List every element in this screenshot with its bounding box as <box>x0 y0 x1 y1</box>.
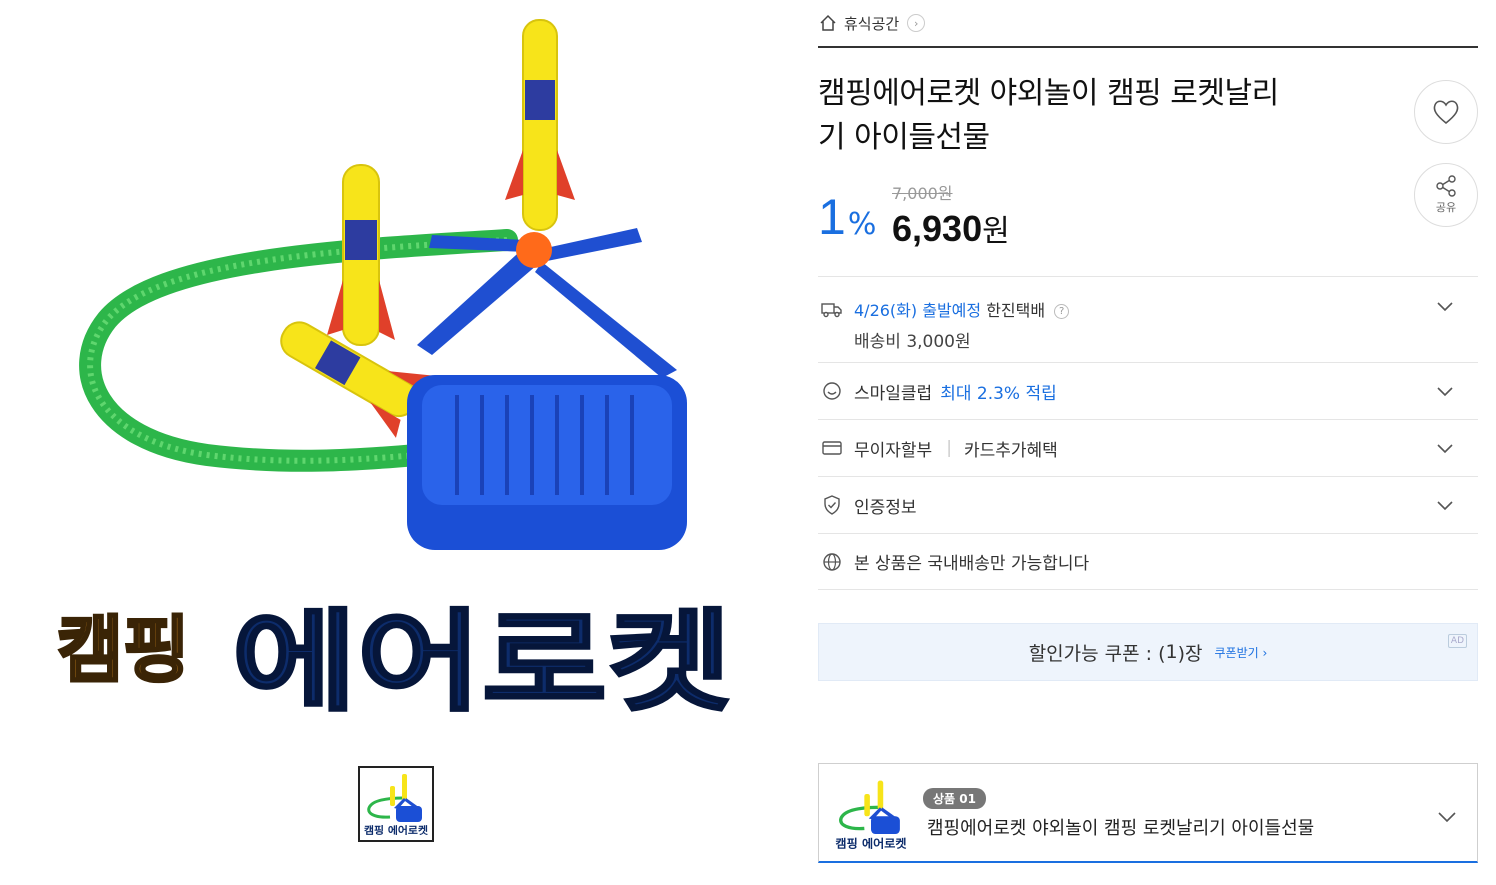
heart-icon <box>1433 100 1459 125</box>
product-title-line1: 캠핑에어로켓 야외놀이 캠핑 로켓날리 <box>818 76 1279 111</box>
ad-badge: AD <box>1447 634 1467 648</box>
smile-club-row[interactable]: 스마일클럽 최대 2.3% 적립 <box>818 362 1478 419</box>
option-thumb-caption: 캠핑 에어로켓 <box>835 836 906 850</box>
thumb-caption: 캠핑 에어로켓 <box>364 824 428 837</box>
domestic-shipping-row: 본 상품은 국내배송만 가능합니다 <box>818 533 1478 590</box>
option-name: 캠핑에어로켓 야외놀이 캠핑 로켓날리기 아이들선물 <box>927 818 1315 839</box>
shipping-row[interactable]: 4/26(화) 출발예정 한진택배 ? 배송비 3,000원 <box>818 276 1478 362</box>
discount-unit: % <box>847 207 877 242</box>
sale-price: 6,930원 <box>892 206 1010 250</box>
sale-amount: 6,930 <box>892 208 983 249</box>
discount-rate: 1% <box>818 190 876 244</box>
coupon-count: 1 <box>1165 641 1178 663</box>
shipping-line: 4/26(화) 출발예정 한진택배 ? <box>854 297 1070 321</box>
option-thumbnail: 캠핑 에어로켓 <box>831 774 911 854</box>
card-icon <box>822 441 842 455</box>
chevron-down-icon[interactable] <box>1436 439 1454 457</box>
chevron-down-icon[interactable] <box>1436 382 1454 400</box>
get-coupon-link[interactable]: 쿠폰받기 › <box>1215 644 1268 661</box>
installment-label: 무이자할부 <box>854 440 933 461</box>
certification-label: 인증정보 <box>854 497 917 518</box>
card-benefit-row[interactable]: 무이자할부 | 카드추가혜택 <box>818 419 1478 476</box>
sale-unit: 원 <box>982 215 1010 248</box>
chevron-down-icon[interactable] <box>1437 806 1457 826</box>
option-select[interactable]: 캠핑 에어로켓 상품 01 캠핑에어로켓 야외놀이 캠핑 로켓날리기 아이들선물 <box>818 763 1478 863</box>
globe-icon <box>823 553 841 571</box>
smile-club-label: 스마일클럽 <box>854 383 933 404</box>
help-icon[interactable]: ? <box>1054 304 1070 319</box>
share-button[interactable]: 공유 <box>1414 163 1478 227</box>
image-caption-left: 캠핑 <box>57 608 189 692</box>
product-main-image[interactable]: 캠핑 에어로켓 <box>37 0 757 730</box>
chevron-right-icon[interactable]: › <box>907 14 926 32</box>
domestic-shipping-label: 본 상품은 국내배송만 가능합니다 <box>854 554 1090 574</box>
discount-number: 1 <box>818 189 846 245</box>
option-badge: 상품 01 <box>923 788 986 809</box>
shipping-carrier: 한진택배 <box>986 301 1046 320</box>
image-caption-right: 에어로켓 <box>232 598 732 726</box>
original-price: 7,000원 <box>892 184 953 203</box>
coupon-banner[interactable]: 할인가능 쿠폰 : (1)장 쿠폰받기 › AD <box>818 623 1478 681</box>
product-title: 캠핑에어로켓 야외놀이 캠핑 로켓날리 기 아이들선물 <box>818 72 1338 160</box>
shipping-fee: 배송비 3,000원 <box>854 332 971 352</box>
product-thumbnail[interactable]: 캠핑 에어로켓 <box>358 766 434 842</box>
price-block: 7,000원 1% 6,930원 <box>818 176 1218 249</box>
coupon-suffix: )장 <box>1177 642 1203 665</box>
share-label: 공유 <box>1435 201 1457 214</box>
smile-icon <box>823 382 841 400</box>
breadcrumb-category[interactable]: 휴식공간 <box>844 13 899 34</box>
share-icon <box>1436 175 1456 197</box>
truck-icon <box>821 303 842 318</box>
breadcrumb: 휴식공간 › <box>818 0 1478 48</box>
divider: | <box>946 438 952 458</box>
info-list: 4/26(화) 출발예정 한진택배 ? 배송비 3,000원 스마일클럽 최대 … <box>818 276 1478 590</box>
product-title-line2: 기 아이들선물 <box>818 120 990 155</box>
smile-club-benefit: 최대 2.3% 적립 <box>940 383 1057 404</box>
shield-check-icon <box>824 495 840 515</box>
wishlist-button[interactable] <box>1414 80 1478 144</box>
home-icon[interactable] <box>818 13 838 33</box>
certification-row[interactable]: 인증정보 <box>818 476 1478 533</box>
coupon-prefix: 할인가능 쿠폰 : ( <box>1028 642 1166 665</box>
card-extra-label: 카드추가혜택 <box>963 440 1058 461</box>
shipping-date: 4/26(화) 출발예정 <box>854 301 982 320</box>
chevron-down-icon[interactable] <box>1436 297 1454 315</box>
product-info-panel: 휴식공간 › 캠핑에어로켓 야외놀이 캠핑 로켓날리 기 아이들선물 공유 7,… <box>818 0 1478 863</box>
chevron-down-icon[interactable] <box>1436 496 1454 514</box>
